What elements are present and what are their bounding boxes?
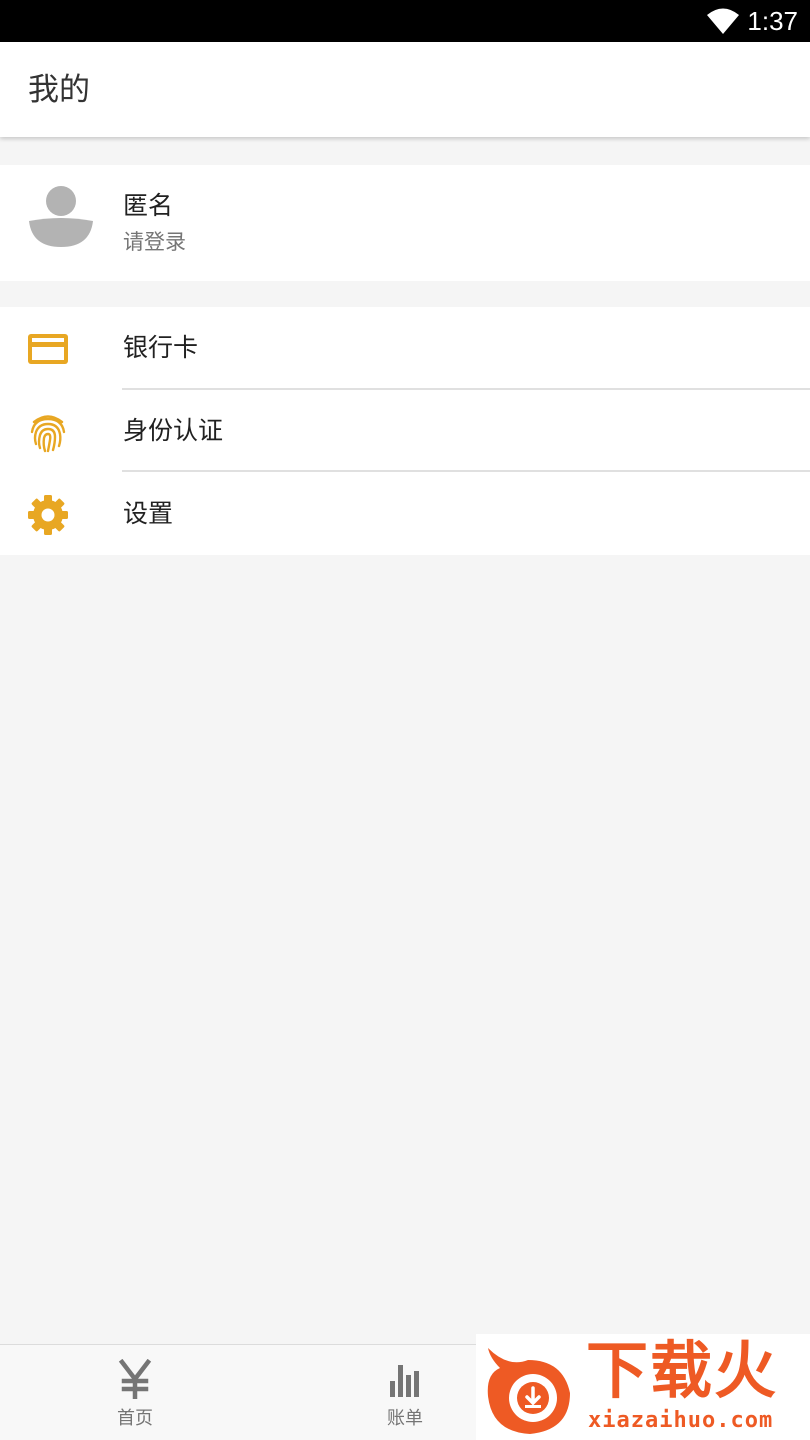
- bar-chart-icon: [390, 1365, 419, 1397]
- status-time: 1:37: [747, 6, 798, 36]
- divider: [122, 470, 810, 472]
- menu-item-label: 身份认证: [123, 416, 224, 445]
- person-icon: [29, 186, 93, 247]
- status-bar: 1:37: [0, 0, 810, 42]
- menu-item-bank-card[interactable]: 银行卡: [0, 307, 810, 389]
- menu-item-label: 设置: [123, 499, 174, 528]
- watermark-url: xiazaihuo.com: [588, 1408, 774, 1433]
- watermark-logo-icon: [487, 1348, 570, 1434]
- credit-card-icon: [28, 334, 68, 364]
- wifi-icon: [707, 8, 739, 34]
- profile-card[interactable]: 匿名 请登录: [0, 165, 810, 281]
- watermark: 下载火 xiazaihuo.com: [476, 1334, 810, 1440]
- tab-home-label: 首页: [117, 1408, 153, 1429]
- app-bar: 我的: [0, 42, 810, 137]
- page-title: 我的: [28, 72, 90, 108]
- login-prompt[interactable]: 请登录: [123, 227, 186, 257]
- menu-item-identity[interactable]: 身份认证: [0, 390, 810, 472]
- profile-name: 匿名: [123, 191, 174, 220]
- menu-list: 银行卡 身份认证 设置: [0, 307, 810, 555]
- yen-icon: [118, 1359, 152, 1399]
- menu-item-settings[interactable]: 设置: [0, 473, 810, 555]
- watermark-text: 下载火: [586, 1334, 779, 1407]
- fingerprint-icon: [30, 415, 66, 453]
- tab-home[interactable]: 首页: [0, 1345, 270, 1440]
- menu-item-label: 银行卡: [123, 333, 199, 362]
- gear-icon: [28, 495, 68, 535]
